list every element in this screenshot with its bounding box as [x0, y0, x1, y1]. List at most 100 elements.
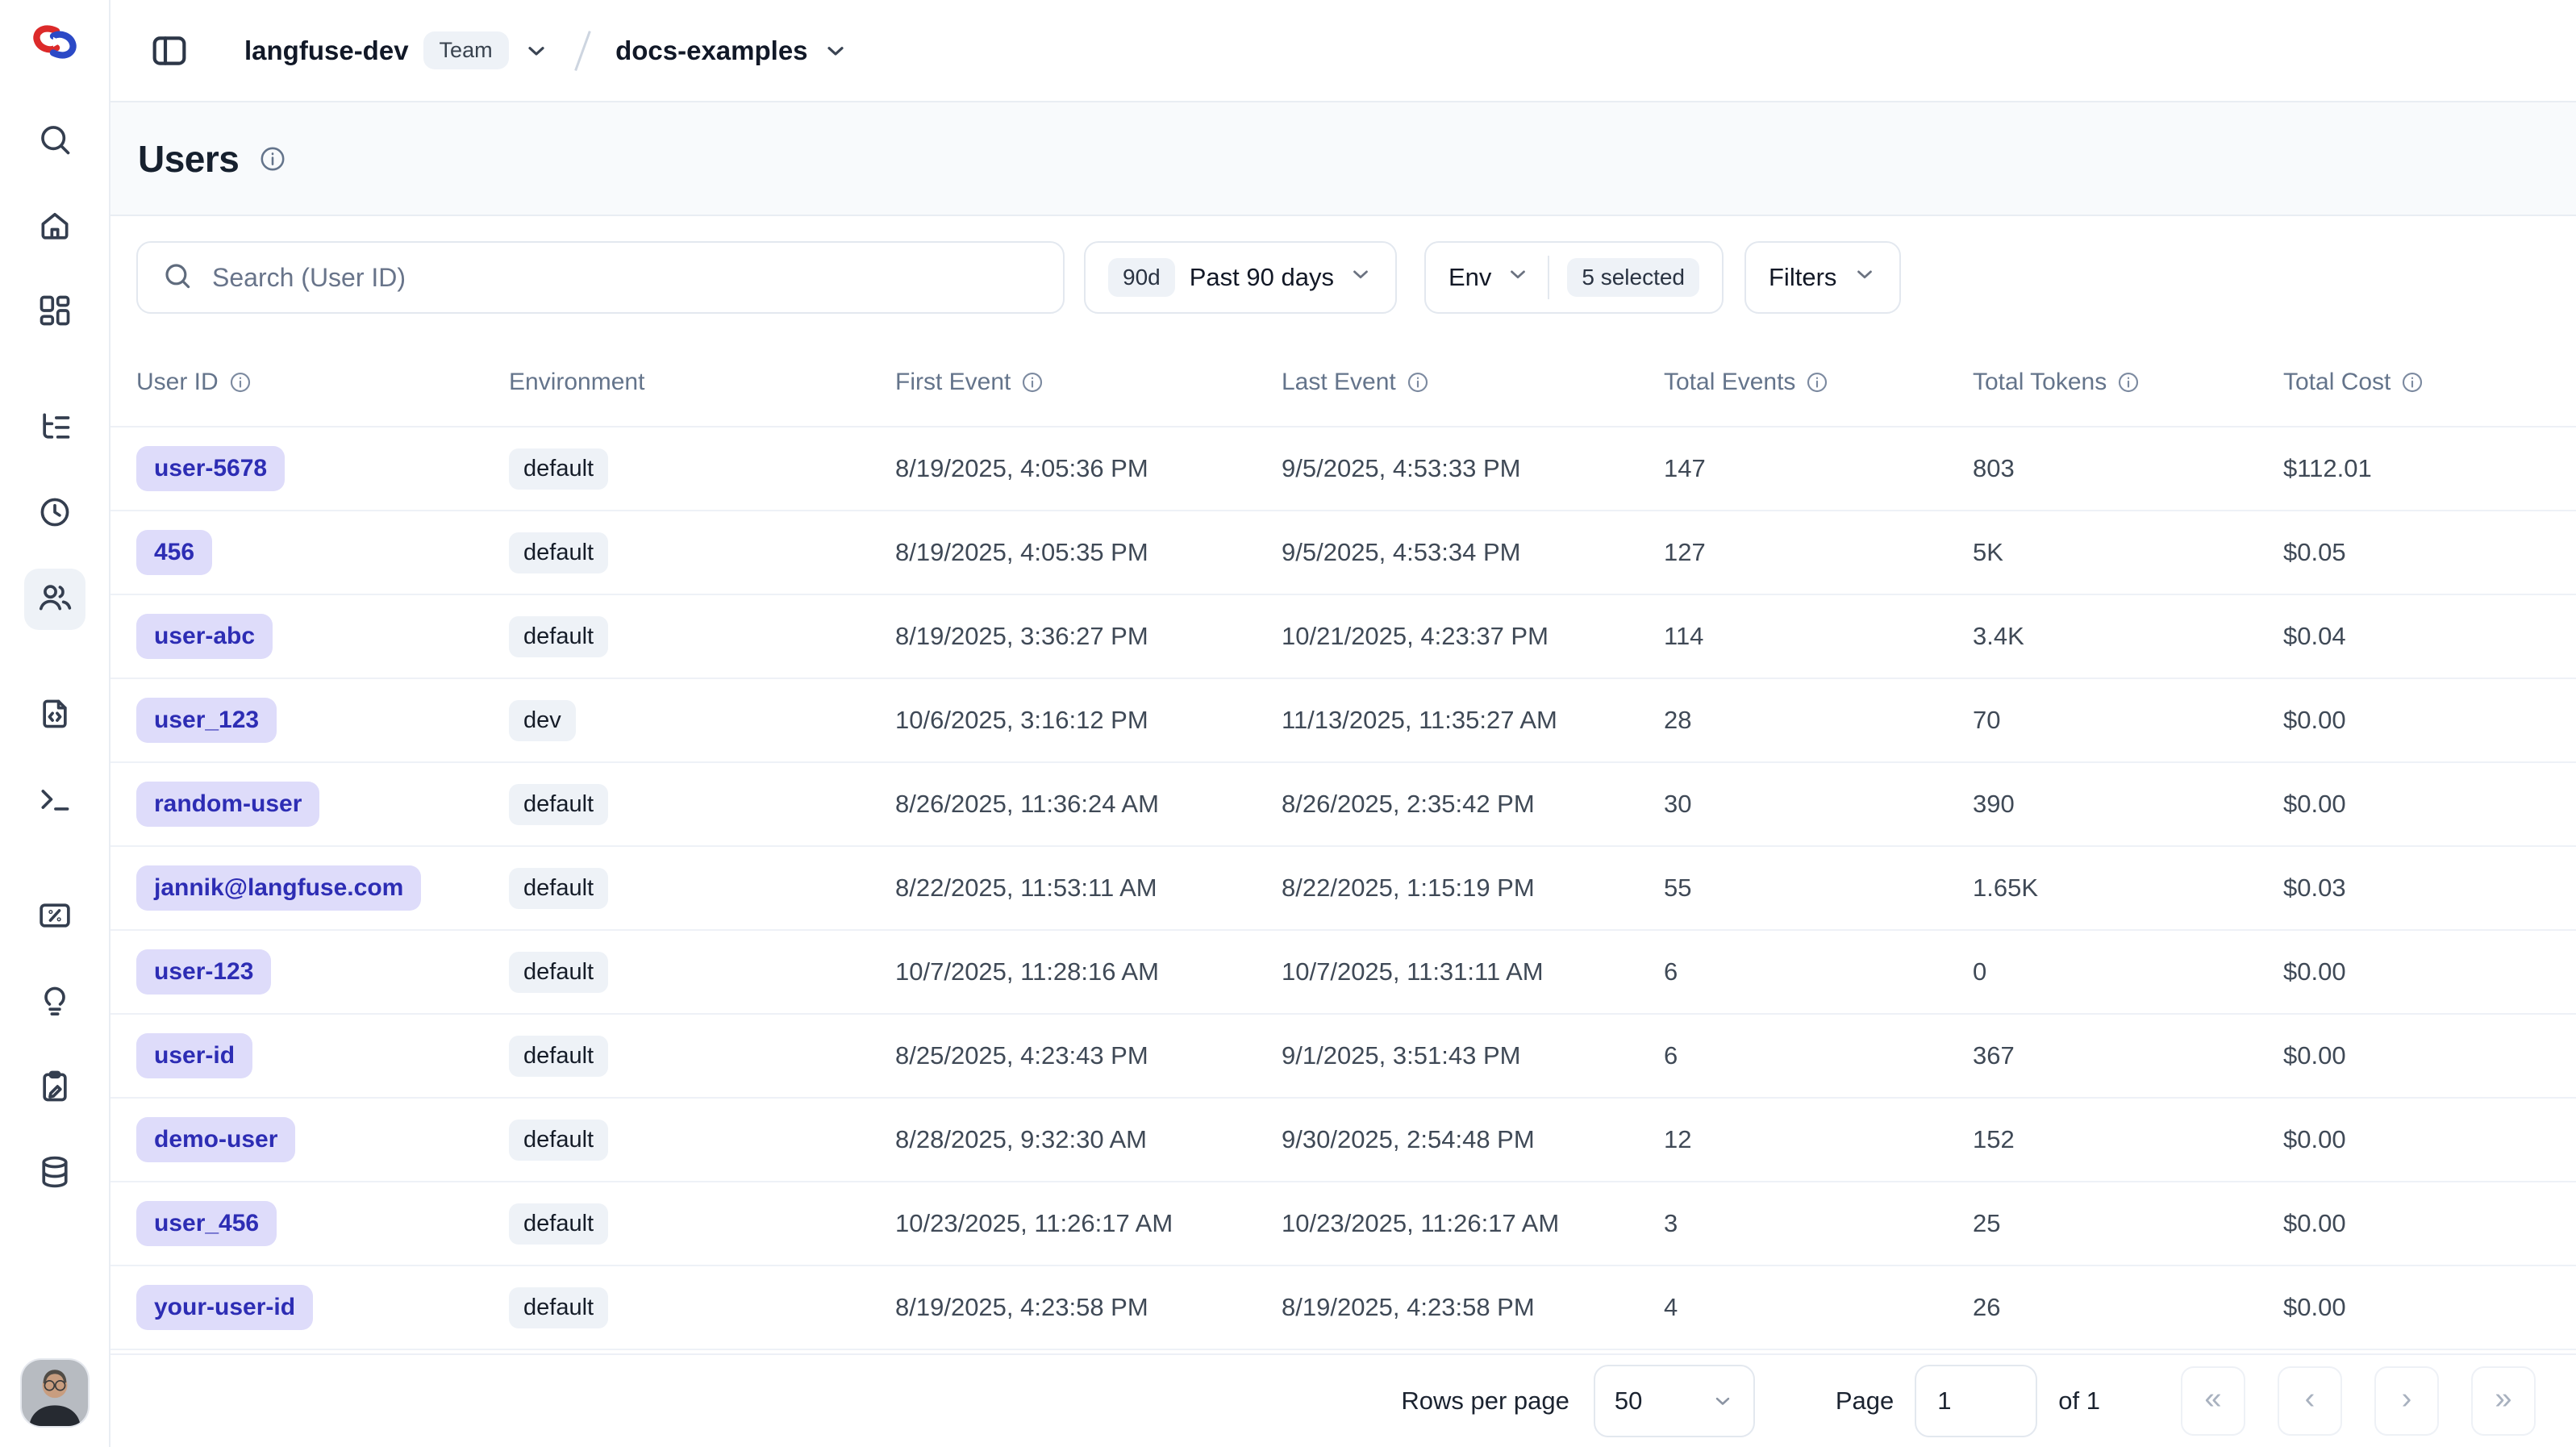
environment-badge: default	[509, 1120, 608, 1161]
info-icon	[228, 370, 252, 394]
last-event-cell: 9/30/2025, 2:54:48 PM	[1282, 1125, 1664, 1154]
table-row[interactable]: user-id default 8/25/2025, 4:23:43 PM 9/…	[110, 1015, 2576, 1099]
clock-icon	[37, 494, 73, 534]
langfuse-logo-icon[interactable]	[31, 23, 78, 65]
user-id-badge[interactable]: user-5678	[136, 446, 285, 491]
rows-per-page-select[interactable]: 50	[1594, 1365, 1755, 1437]
page-title-info-icon[interactable]	[258, 144, 287, 173]
chevron-down-icon	[1506, 262, 1530, 293]
top-bar: langfuse-dev Team docs-examples	[110, 0, 2576, 102]
user-id-badge[interactable]: user_456	[136, 1201, 277, 1246]
table-row[interactable]: 456 default 8/19/2025, 4:05:35 PM 9/5/20…	[110, 511, 2576, 595]
user-id-badge[interactable]: user-id	[136, 1033, 252, 1078]
environment-badge: default	[509, 1203, 608, 1245]
project-chevron-down-icon[interactable]	[823, 38, 848, 64]
lightbulb-icon	[37, 983, 73, 1023]
last-event-cell: 10/7/2025, 11:31:11 AM	[1282, 957, 1664, 986]
last-event-cell: 9/5/2025, 4:53:33 PM	[1282, 454, 1664, 483]
table-row[interactable]: your-user-id default 8/19/2025, 4:23:58 …	[110, 1266, 2576, 1350]
total-events-cell: 6	[1664, 957, 1973, 986]
table-row[interactable]: random-user default 8/26/2025, 11:36:24 …	[110, 763, 2576, 847]
total-cost-cell: $0.00	[2283, 1209, 2576, 1238]
sidebar-nav	[24, 111, 85, 1228]
user-id-badge[interactable]: random-user	[136, 782, 319, 827]
chevron-down-icon	[1853, 262, 1877, 293]
sidebar	[0, 0, 110, 1447]
environment-badge: default	[509, 616, 608, 657]
sidebar-item-tracing[interactable]	[24, 398, 85, 459]
environment-selected-badge: 5 selected	[1567, 258, 1699, 297]
table-row[interactable]: user_456 default 10/23/2025, 11:26:17 AM…	[110, 1182, 2576, 1266]
search-input[interactable]	[212, 263, 1039, 293]
user-id-badge[interactable]: user-abc	[136, 614, 273, 659]
last-page-button[interactable]: »	[2471, 1366, 2536, 1436]
main-area: langfuse-dev Team docs-examples Users	[110, 0, 2576, 1447]
sidebar-item-prompts[interactable]	[24, 685, 85, 746]
total-cost-cell: $0.03	[2283, 874, 2576, 903]
column-header-total-cost[interactable]: Total Cost	[2283, 369, 2576, 396]
double-chevron-left-icon: «	[2204, 1382, 2221, 1416]
first-event-cell: 8/19/2025, 4:05:35 PM	[895, 538, 1282, 567]
page-title: Users	[138, 137, 239, 181]
column-header-total-tokens[interactable]: Total Tokens	[1973, 369, 2283, 396]
column-header-user-id[interactable]: User ID	[136, 369, 509, 396]
user-avatar[interactable]	[22, 1360, 88, 1426]
sidebar-item-users[interactable]	[24, 569, 85, 630]
first-page-button[interactable]: «	[2181, 1366, 2245, 1436]
user-id-badge[interactable]: your-user-id	[136, 1285, 313, 1330]
sidebar-item-playground[interactable]	[24, 770, 85, 832]
table-header-row: User ID Environment First Event Last Eve…	[110, 339, 2576, 427]
total-events-cell: 114	[1664, 622, 1973, 651]
breadcrumb-workspace[interactable]: langfuse-dev	[244, 35, 409, 66]
column-header-last-event[interactable]: Last Event	[1282, 369, 1664, 396]
rows-per-page-label: Rows per page	[1401, 1387, 1569, 1416]
environment-badge: default	[509, 1287, 608, 1328]
total-cost-cell: $0.05	[2283, 538, 2576, 567]
first-event-cell: 8/26/2025, 11:36:24 AM	[895, 790, 1282, 819]
table-row[interactable]: user-abc default 8/19/2025, 3:36:27 PM 1…	[110, 595, 2576, 679]
column-header-total-events[interactable]: Total Events	[1664, 369, 1973, 396]
user-id-badge[interactable]: demo-user	[136, 1117, 295, 1162]
column-header-first-event[interactable]: First Event	[895, 369, 1282, 396]
sidebar-item-insights[interactable]	[24, 972, 85, 1033]
page-number-input[interactable]	[1915, 1365, 2037, 1437]
first-event-cell: 8/28/2025, 9:32:30 AM	[895, 1125, 1282, 1154]
total-events-cell: 4	[1664, 1293, 1973, 1322]
sidebar-item-annotation[interactable]	[24, 1057, 85, 1119]
column-header-environment[interactable]: Environment	[509, 369, 895, 396]
info-icon	[2400, 370, 2424, 394]
table-body: user-5678 default 8/19/2025, 4:05:36 PM …	[110, 427, 2576, 1353]
table-row[interactable]: user_123 dev 10/6/2025, 3:16:12 PM 11/13…	[110, 679, 2576, 763]
table-row[interactable]: user-123 default 10/7/2025, 11:28:16 AM …	[110, 931, 2576, 1015]
table-row[interactable]: jannik@langfuse.com default 8/22/2025, 1…	[110, 847, 2576, 931]
sidebar-item-scores[interactable]	[24, 886, 85, 948]
sidebar-item-home[interactable]	[24, 196, 85, 257]
total-cost-cell: $0.04	[2283, 622, 2576, 651]
table-row[interactable]: demo-user default 8/28/2025, 9:32:30 AM …	[110, 1099, 2576, 1182]
date-range-label: Past 90 days	[1190, 263, 1334, 292]
total-tokens-cell: 26	[1973, 1293, 2283, 1322]
chevron-down-icon	[1348, 262, 1373, 293]
next-page-button[interactable]: ›	[2374, 1366, 2439, 1436]
sidebar-item-sessions[interactable]	[24, 483, 85, 544]
table-row[interactable]: user-5678 default 8/19/2025, 4:05:36 PM …	[110, 427, 2576, 511]
sidebar-item-dashboards[interactable]	[24, 281, 85, 343]
sidebar-item-search[interactable]	[24, 111, 85, 172]
workspace-chevron-down-icon[interactable]	[523, 38, 549, 64]
user-id-badge[interactable]: user_123	[136, 698, 277, 743]
total-tokens-cell: 0	[1973, 957, 2283, 986]
chevron-down-icon	[1711, 1390, 1734, 1412]
environment-filter-label: Env	[1448, 263, 1491, 292]
user-id-badge[interactable]: jannik@langfuse.com	[136, 865, 421, 911]
environment-badge: default	[509, 532, 608, 573]
filters-button[interactable]: Filters	[1744, 241, 1901, 314]
breadcrumb-project[interactable]: docs-examples	[615, 35, 807, 66]
sidebar-toggle-icon[interactable]	[149, 31, 190, 71]
user-id-badge[interactable]: 456	[136, 530, 212, 575]
environment-filter-button[interactable]: Env 5 selected	[1424, 241, 1724, 314]
sidebar-item-datasets[interactable]	[24, 1143, 85, 1204]
previous-page-button[interactable]: ‹	[2278, 1366, 2342, 1436]
user-id-badge[interactable]: user-123	[136, 949, 271, 995]
date-range-button[interactable]: 90d Past 90 days	[1084, 241, 1397, 314]
first-event-cell: 8/22/2025, 11:53:11 AM	[895, 874, 1282, 903]
